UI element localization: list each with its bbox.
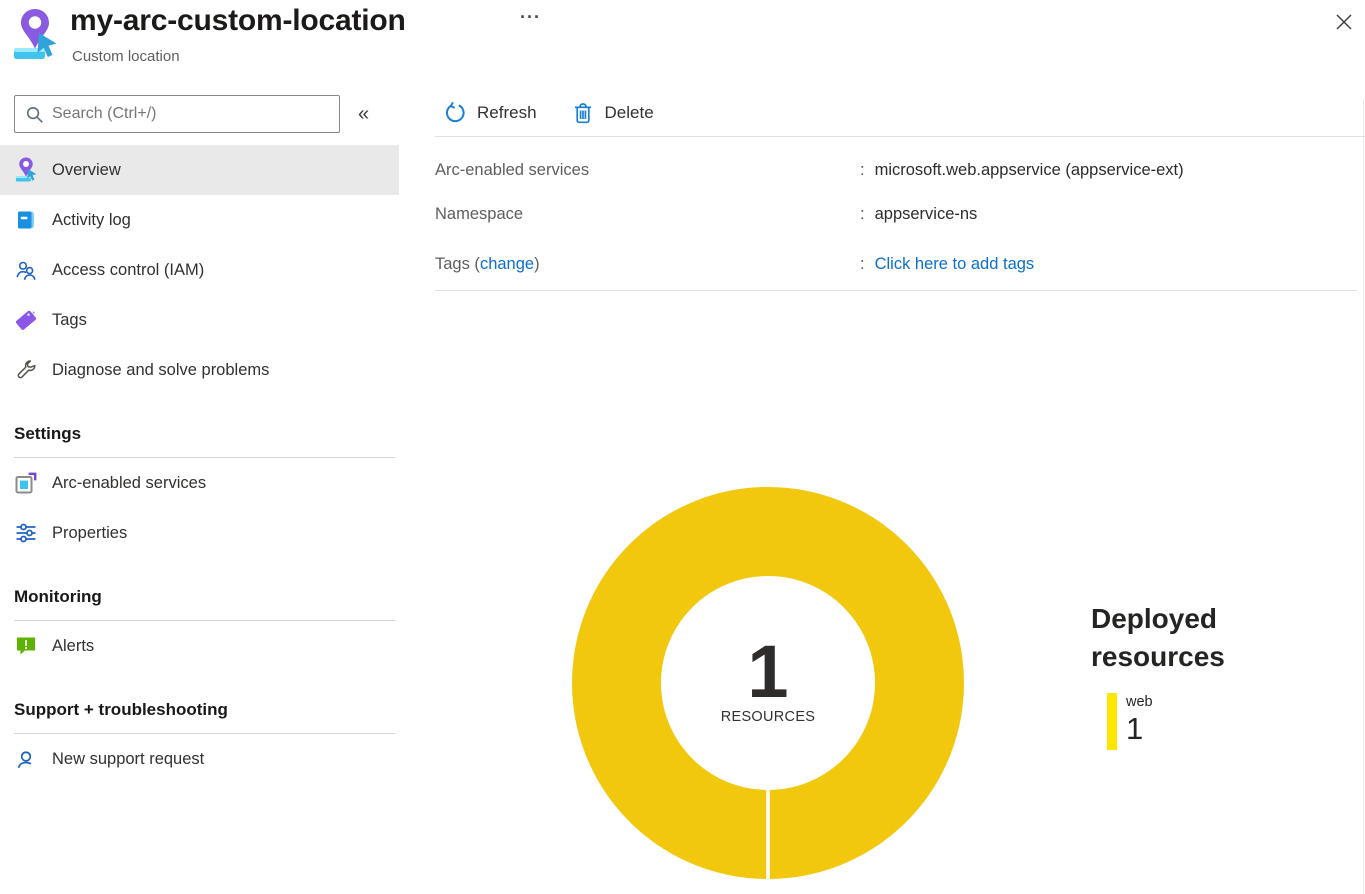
legend-series-name: web: [1126, 694, 1153, 710]
donut-slice-gap: [766, 790, 770, 881]
sidebar-item-diagnose[interactable]: Diagnose and solve problems: [0, 345, 399, 395]
chart-title: Deployed resources: [1091, 600, 1266, 676]
sidebar-section-monitoring: Monitoring: [14, 586, 385, 608]
pane-edge: [1363, 100, 1364, 894]
legend-item-web[interactable]: web 1: [1107, 693, 1266, 750]
divider: [435, 290, 1357, 291]
sidebar-item-label: Tags: [52, 311, 87, 330]
info-row-tags: Tags (change) :Click here to add tags: [435, 253, 1365, 275]
info-label: Namespace: [435, 203, 860, 225]
sidebar-section-support: Support + troubleshooting: [14, 699, 385, 721]
collapse-sidebar-button[interactable]: «: [358, 103, 369, 126]
sidebar-item-alerts[interactable]: Alerts: [0, 621, 399, 671]
add-tags-link[interactable]: Click here to add tags: [875, 255, 1035, 273]
sidebar-menu: Overview Activity log: [0, 145, 399, 395]
more-actions-button[interactable]: ···: [520, 7, 541, 28]
sidebar-item-access-control[interactable]: Access control (IAM): [0, 245, 399, 295]
sidebar-item-tags[interactable]: Tags: [0, 295, 399, 345]
close-icon: [1331, 9, 1357, 35]
properties-sliders-icon: [14, 520, 38, 546]
access-control-icon: [14, 257, 38, 283]
custom-location-pin-icon: [14, 157, 38, 183]
sidebar-item-label: Alerts: [52, 637, 94, 656]
sidebar-item-label: Access control (IAM): [52, 261, 204, 280]
change-tags-link[interactable]: change: [480, 255, 534, 273]
info-value: :microsoft.web.appservice (appservice-ex…: [860, 159, 1184, 181]
sidebar-item-arc-enabled-services[interactable]: Arc-enabled services: [0, 458, 399, 508]
sidebar-item-label: Arc-enabled services: [52, 474, 206, 493]
info-label: Arc-enabled services: [435, 159, 860, 181]
trash-icon: [571, 101, 595, 125]
resource-count-caption: RESOURCES: [570, 709, 966, 725]
info-row-namespace: Namespace :appservice-ns: [435, 203, 1365, 225]
support-person-icon: [14, 746, 38, 772]
info-label: Tags (change): [435, 253, 860, 275]
sidebar-item-label: Properties: [52, 524, 127, 543]
wrench-icon: [14, 357, 38, 383]
sidebar-item-label: Activity log: [52, 211, 131, 230]
sidebar-item-label: New support request: [52, 750, 204, 769]
sidebar-item-label: Diagnose and solve problems: [52, 361, 269, 380]
delete-label: Delete: [605, 103, 654, 123]
overview-panel: Refresh Delete Arc-enabled services: [435, 90, 1365, 291]
sidebar-item-new-support-request[interactable]: New support request: [0, 734, 399, 784]
search-icon: [25, 105, 44, 124]
custom-location-icon: [13, 7, 57, 68]
sidebar-search[interactable]: [14, 95, 340, 133]
activity-log-icon: [14, 207, 38, 233]
sidebar-section-settings: Settings: [14, 423, 385, 445]
page-subtitle: Custom location: [72, 48, 180, 65]
donut-center-label: 1 RESOURCES: [570, 643, 966, 725]
legend-series-value: 1: [1126, 712, 1153, 746]
deployed-resources-donut-chart: 1 RESOURCES: [570, 485, 966, 881]
sidebar-item-label: Overview: [52, 161, 121, 180]
tag-icon: [14, 307, 38, 333]
info-value: :Click here to add tags: [860, 253, 1034, 275]
page-title: my-arc-custom-location: [70, 4, 406, 38]
close-blade-button[interactable]: [1331, 9, 1357, 35]
sidebar-item-activity-log[interactable]: Activity log: [0, 195, 399, 245]
info-value: :appservice-ns: [860, 203, 977, 225]
delete-button[interactable]: Delete: [571, 101, 654, 125]
legend-swatch: [1107, 693, 1117, 750]
refresh-label: Refresh: [477, 103, 537, 123]
command-bar: Refresh Delete: [435, 90, 1365, 137]
alerts-icon: [14, 633, 38, 659]
sidebar-item-overview[interactable]: Overview: [0, 145, 399, 195]
info-row-arc-enabled-services: Arc-enabled services :microsoft.web.apps…: [435, 159, 1365, 181]
sidebar: « Overview: [0, 90, 399, 784]
refresh-icon: [443, 101, 467, 125]
refresh-button[interactable]: Refresh: [443, 101, 537, 125]
arc-enabled-services-icon: [14, 470, 38, 496]
sidebar-item-properties[interactable]: Properties: [0, 508, 399, 558]
chart-legend: Deployed resources web 1: [1091, 600, 1266, 750]
custom-location-blade: my-arc-custom-location ··· Custom locati…: [0, 0, 1365, 894]
search-input[interactable]: [52, 105, 339, 123]
resource-count: 1: [570, 643, 966, 701]
